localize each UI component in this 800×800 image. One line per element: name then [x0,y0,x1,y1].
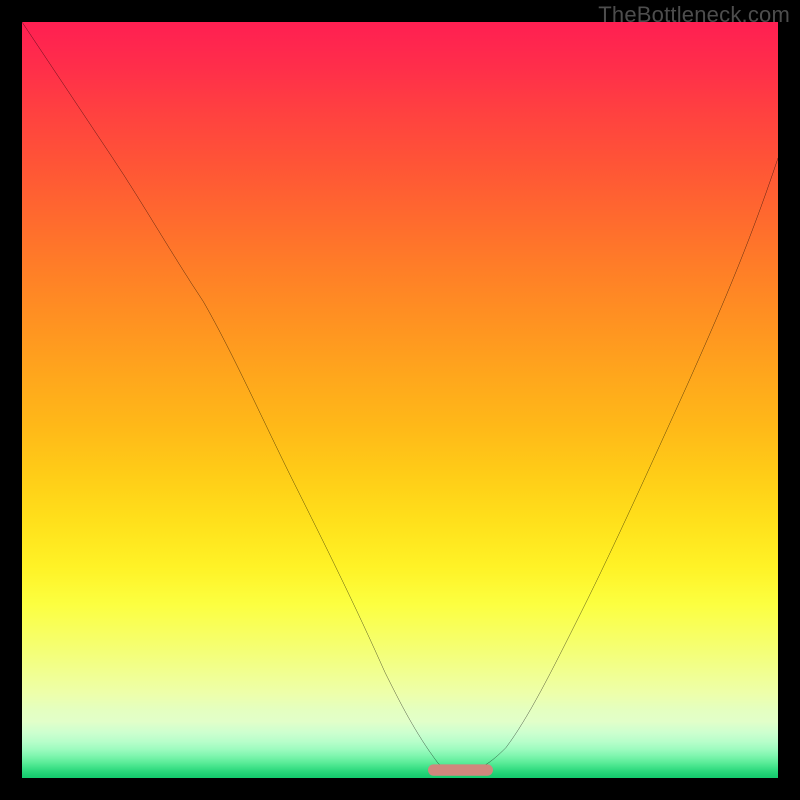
chart-frame: TheBottleneck.com [0,0,800,800]
curve-layer [22,22,778,778]
optimal-zone-marker [428,764,493,775]
watermark-text: TheBottleneck.com [598,2,790,28]
bottleneck-curve [22,22,778,770]
plot-area [22,22,778,778]
